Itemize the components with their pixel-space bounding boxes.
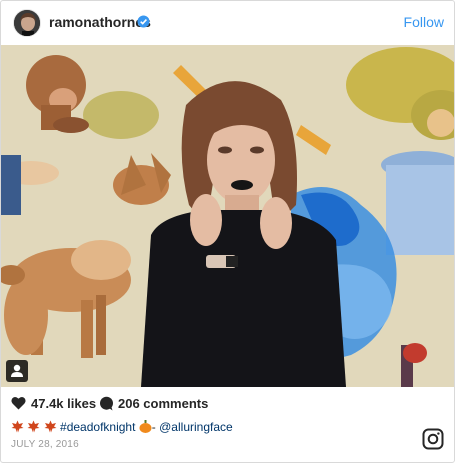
caption-hashtag[interactable]: #deadofknight bbox=[60, 420, 135, 434]
heart-icon[interactable] bbox=[11, 396, 26, 410]
user-tag-icon[interactable] bbox=[6, 360, 28, 382]
post-photo[interactable] bbox=[1, 45, 454, 387]
follow-button[interactable]: Follow bbox=[404, 14, 444, 30]
caption-mention[interactable]: @alluringface bbox=[159, 420, 233, 434]
maple-leaf-emoji bbox=[27, 420, 40, 433]
caption-separator: - bbox=[151, 420, 156, 434]
post-header: ramonathornes Follow bbox=[1, 1, 454, 45]
username-link[interactable]: ramonathornes bbox=[49, 14, 151, 30]
post-caption: #deadofknight - @alluringface bbox=[11, 420, 233, 434]
jack-o-lantern-emoji bbox=[139, 420, 152, 433]
comment-icon[interactable] bbox=[99, 396, 114, 411]
verified-badge-icon bbox=[137, 15, 150, 28]
likes-count[interactable]: 47.4k likes bbox=[31, 396, 96, 411]
maple-leaf-emoji bbox=[11, 420, 24, 433]
post-date: JULY 28, 2016 bbox=[11, 439, 79, 450]
instagram-post-card: ramonathornes Follow 47.4k likes 206 com… bbox=[0, 0, 455, 463]
instagram-logo-icon[interactable] bbox=[422, 428, 444, 450]
post-actions: 47.4k likes 206 comments bbox=[1, 393, 454, 415]
maple-leaf-emoji bbox=[44, 420, 57, 433]
comments-count[interactable]: 206 comments bbox=[118, 396, 208, 411]
avatar[interactable] bbox=[13, 9, 41, 37]
